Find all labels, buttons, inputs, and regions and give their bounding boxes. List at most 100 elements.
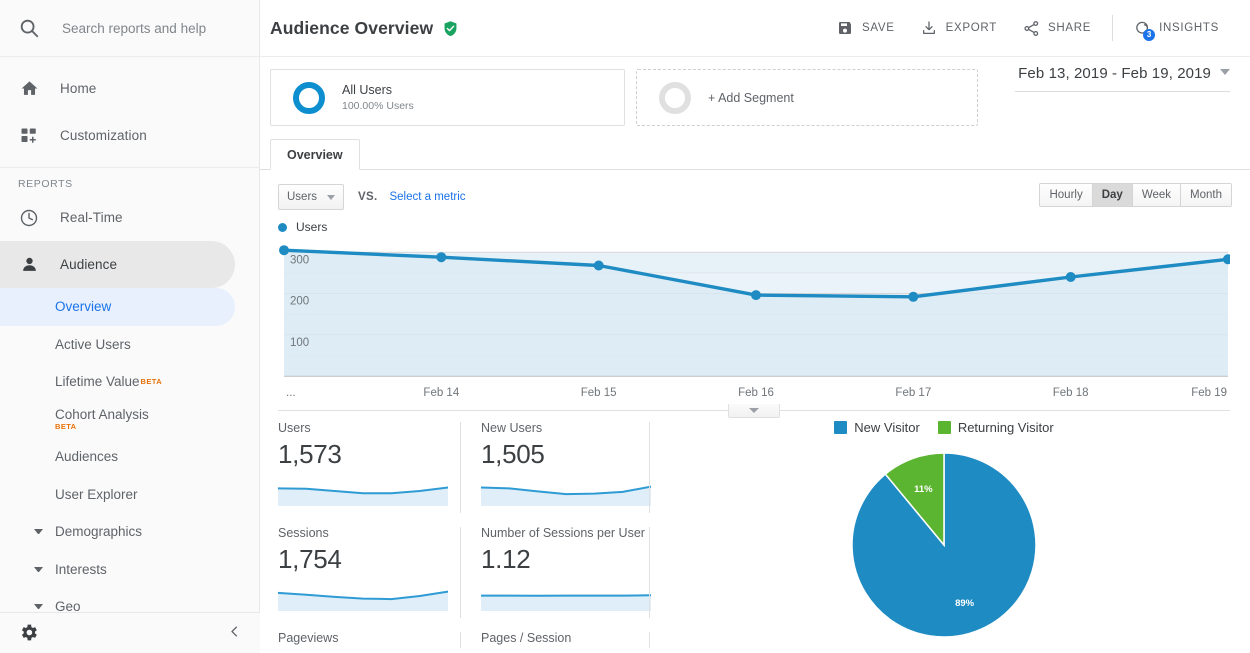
tab-overview[interactable]: Overview <box>270 139 360 170</box>
metric-label: New Users <box>481 421 543 435</box>
sidebar-item-home[interactable]: Home <box>0 65 235 112</box>
svg-text:Feb 17: Feb 17 <box>895 387 931 399</box>
metric-select[interactable]: Users <box>278 184 345 210</box>
sidebar-item-label: Overview <box>55 299 112 315</box>
export-button[interactable]: EXPORT <box>908 11 1010 45</box>
metric-cards-grid: Users 1,573 New Users 1,505 Sessions 1,7… <box>277 420 656 653</box>
sidebar-item-audiences[interactable]: Audiences <box>0 438 235 476</box>
save-button[interactable]: SAVE <box>824 11 908 45</box>
sidebar-item-label: Audience <box>60 257 118 272</box>
share-button[interactable]: SHARE <box>1010 11 1104 45</box>
metric-value: 1,505 <box>481 439 545 470</box>
granularity-label: Hourly <box>1049 189 1083 201</box>
select-a-metric-link[interactable]: Select a metric <box>389 191 465 203</box>
legend-label-users: Users <box>296 220 328 234</box>
gear-icon[interactable] <box>18 622 40 644</box>
metric-card-sessions-per-user[interactable]: Number of Sessions per User 1.12 <box>467 525 656 630</box>
sidebar-item-interests[interactable]: Interests <box>0 551 235 589</box>
sidebar-item-overview[interactable]: Overview <box>0 288 235 326</box>
svg-text:300: 300 <box>290 254 309 266</box>
chevron-down-icon <box>327 194 336 200</box>
metric-card-sessions[interactable]: Sessions 1,754 <box>277 525 467 630</box>
insights-icon: 3 <box>1134 20 1156 41</box>
segment-all-users[interactable]: All Users 100.00% Users <box>270 69 625 126</box>
granularity-month[interactable]: Month <box>1181 184 1231 206</box>
line-chart-svg: 100 200 300... Feb 14 Feb 15 Feb 16 Feb 17 Feb … <box>279 245 1230 399</box>
insights-badge: 3 <box>1143 28 1156 41</box>
metric-value: 1.12 <box>481 544 531 574</box>
sparkline <box>277 590 449 611</box>
sidebar-item-cohort-analysis[interactable]: Cohort Analysis BETA <box>0 401 235 439</box>
header-actions: SAVE EXPORT SHARE 3 INSIGHTS <box>824 11 1232 45</box>
tab-bar: Overview <box>260 138 1250 170</box>
sidebar-item-label: Audiences <box>55 449 119 465</box>
granularity-week[interactable]: Week <box>1132 184 1182 206</box>
granularity-group: Hourly Day Week Month <box>1039 183 1232 207</box>
metric-label: Pageviews <box>278 630 339 645</box>
sidebar-item-label: Cohort Analysis <box>55 407 149 423</box>
sidebar-item-real-time[interactable]: Real-Time <box>0 194 235 241</box>
metric-label: Users <box>278 421 311 435</box>
segment-percent: 100.00% Users <box>342 99 414 112</box>
granularity-day[interactable]: Day <box>1092 184 1133 206</box>
date-range-picker[interactable]: Feb 13, 2019 - Feb 19, 2019 <box>1015 65 1230 92</box>
legend-swatch-returning-visitor <box>937 421 951 434</box>
verified-shield-icon <box>442 20 459 37</box>
share-label: SHARE <box>1047 22 1092 34</box>
metric-card-pageviews[interactable]: Pageviews <box>278 630 467 653</box>
svg-text:Feb 18: Feb 18 <box>1053 387 1089 399</box>
sidebar-item-demographics[interactable]: Demographics <box>0 513 235 551</box>
sidebar-item-active-users[interactable]: Active Users <box>0 326 235 364</box>
sidebar-item-label: Home <box>60 81 97 96</box>
metric-divider <box>649 631 650 648</box>
sidebar-item-customization[interactable]: Customization <box>0 112 235 159</box>
svg-text:89%: 89% <box>955 598 975 609</box>
sidebar-item-audience[interactable]: Audience <box>0 241 235 288</box>
metric-row: Users 1,573 New Users 1,505 <box>277 420 656 525</box>
header-divider <box>1112 15 1114 41</box>
sidebar-footer <box>0 612 260 653</box>
granularity-hourly[interactable]: Hourly <box>1040 184 1093 206</box>
main-content: Audience Overview SAVE EXPORT SHARE 3 IN… <box>260 0 1250 653</box>
sidebar-item-label: Active Users <box>55 336 131 352</box>
chevron-down-icon <box>1220 69 1230 75</box>
customization-icon <box>18 125 40 147</box>
page-title: Audience Overview <box>270 17 434 38</box>
add-segment-label: + Add Segment <box>708 90 794 105</box>
metric-card-users[interactable]: Users 1,573 <box>277 420 467 525</box>
sidebar-item-lifetime-value[interactable]: Lifetime Value BETA <box>0 363 235 401</box>
segment-text: All Users 100.00% Users <box>342 82 414 113</box>
save-label: SAVE <box>862 22 895 34</box>
clock-icon <box>18 207 40 229</box>
chart-collapse-handle[interactable] <box>728 404 780 418</box>
svg-text:Feb 16: Feb 16 <box>738 387 774 399</box>
sidebar-item-label: Lifetime Value <box>55 374 140 390</box>
legend-dot-users <box>278 222 287 232</box>
overview-bottom: Users 1,573 New Users 1,505 Sessions 1,7… <box>260 404 1250 653</box>
segment-donut-icon <box>293 81 325 114</box>
metric-card-new-users[interactable]: New Users 1,505 <box>467 420 656 525</box>
sparkline <box>277 486 449 506</box>
sparkline <box>480 485 652 506</box>
metric-select-label: Users <box>287 191 318 203</box>
svg-text:Feb 19: Feb 19 <box>1191 387 1227 399</box>
chevron-down-icon <box>34 566 43 572</box>
legend-label: New Visitor <box>854 420 920 435</box>
metric-divider <box>649 422 650 513</box>
search-input[interactable] <box>60 19 230 37</box>
metric-divider <box>460 526 461 618</box>
add-segment-button[interactable]: + Add Segment <box>636 69 978 126</box>
sidebar-item-user-explorer[interactable]: User Explorer <box>0 476 235 514</box>
sidebar-item-label: Demographics <box>55 524 143 540</box>
chevron-left-icon[interactable] <box>227 624 242 642</box>
chevron-down-icon <box>34 604 43 610</box>
users-line-chart[interactable]: 100 200 300... Feb 14 Feb 15 Feb 16 Feb 17 Feb … <box>278 236 1230 418</box>
search-bar[interactable] <box>0 0 259 57</box>
insights-button[interactable]: 3 INSIGHTS <box>1121 11 1232 45</box>
metric-card-pages-per-session[interactable]: Pages / Session <box>467 630 656 653</box>
chevron-down-icon <box>749 408 759 413</box>
legend-swatch-new-visitor <box>834 421 848 434</box>
visitor-type-pie-chart[interactable]: 89% 11% <box>844 445 1044 645</box>
metric-value: 1,754 <box>278 544 342 574</box>
export-label: EXPORT <box>945 22 997 34</box>
